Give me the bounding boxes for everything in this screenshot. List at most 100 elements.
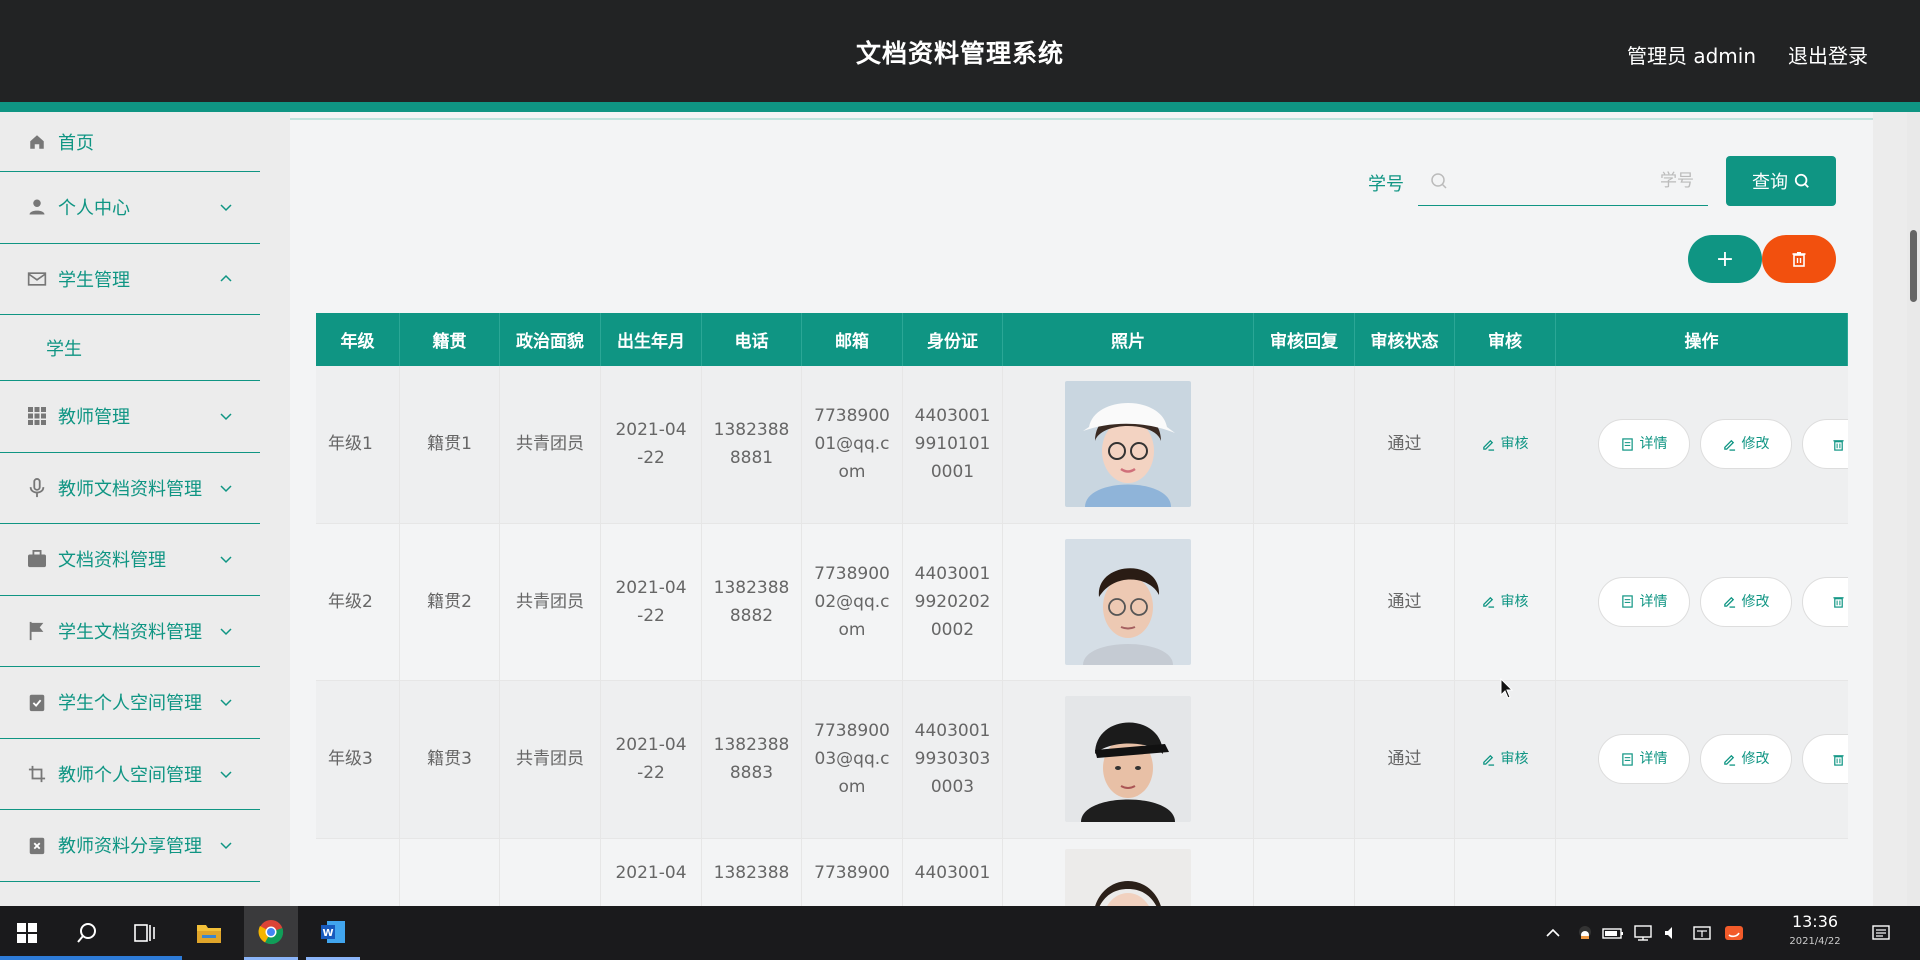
home-icon [26,131,48,153]
cell-photo [1003,523,1254,680]
cell-political: 共青团员 [500,681,601,838]
chevron-up-icon[interactable] [1544,924,1562,942]
page-scrollbar[interactable] [1907,112,1920,906]
column-header: 邮箱 [802,313,903,366]
column-header: 身份证 [903,313,1003,366]
windows-start-icon[interactable] [0,906,54,960]
edit-label: 修改 [1741,751,1770,768]
batch-delete-button[interactable] [1762,235,1836,283]
sidebar-item-teacher-management[interactable]: 教师管理 [0,381,260,453]
table-row: 年级1 籍贯1 共青团员 2021-04 -22 1382388 8881 7738900 01… [316,366,1848,524]
user-label: 管理员 admin [1626,44,1756,68]
sidebar-item-docs-management[interactable]: 文档资料管理 [0,524,260,596]
column-header: 审核状态 [1355,313,1455,366]
review-link[interactable]: 审核 [1482,588,1529,616]
delete-button[interactable]: 删 [1802,734,1848,785]
sidebar-item-label: 教师个人空间管理 [58,764,202,786]
review-label: 审核 [1500,436,1529,453]
detail-button[interactable]: 详情 [1598,734,1690,785]
sidebar-item-home[interactable]: 首页 [0,112,260,172]
word-icon[interactable]: W [306,906,360,960]
cell-review: 审核 [1455,523,1556,680]
detail-label: 详情 [1639,751,1668,768]
sidebar-item-teacher-share[interactable]: 教师资料分享管理 [0,810,260,882]
cell-political [500,838,601,906]
logout-button[interactable]: 退出登录 [1788,40,1868,69]
person-icon [26,196,48,218]
file-explorer-icon[interactable] [182,906,236,960]
edit-button[interactable]: 修改 [1700,576,1792,627]
column-header: 审核 [1455,313,1556,366]
column-header: 照片 [1003,313,1254,366]
cell-actions [1556,839,1848,907]
cell-political: 共青团员 [500,366,601,523]
cell-actions: 详情 修改 删 [1556,366,1848,523]
chevron-down-icon [220,556,232,564]
notification-icon[interactable] [1856,906,1906,960]
query-button-label: 查询 [1752,172,1788,193]
cell-photo [1003,838,1254,906]
taskbar-clock[interactable]: 13:36 2021/4/22 [1780,912,1850,952]
table-row: 年级3 籍贯3 共青团员 2021-04 -22 1382388 8883 7738900 03… [316,681,1848,839]
detail-button[interactable]: 详情 [1598,419,1690,470]
sidebar-item-personal-center[interactable]: 个人中心 [0,172,260,244]
student-photo [1065,848,1191,906]
add-button[interactable]: + [1688,235,1762,283]
edit-icon [1482,754,1494,766]
sidebar-item-label: 文档资料管理 [58,550,166,572]
cell-reply [1254,523,1355,680]
table-row: 年级2 籍贯2 共青团员 2021-04 -22 1382388 8882 7738900 02… [316,523,1848,681]
delete-button[interactable]: 删 [1802,576,1848,627]
qq-icon[interactable] [1576,924,1594,942]
cell-birth: 2021-04 -22 [601,366,702,523]
column-header: 电话 [702,313,802,366]
edit-button[interactable]: 修改 [1700,419,1792,470]
chrome-icon[interactable] [244,906,298,960]
detail-button[interactable]: 详情 [1598,576,1690,627]
search-icon[interactable] [60,906,114,960]
volume-icon[interactable] [1662,924,1680,942]
cell-grade: 年级2 [316,523,400,680]
student-table: 年级 籍贯 政治面貌 出生年月 电话 邮箱 身份证 照片 审核回复 审核状态 审… [316,313,1848,906]
delete-button[interactable]: 删 [1802,419,1848,470]
crop-icon [26,763,48,785]
cell-id-card: 4403001 9930303 0003 [903,681,1003,838]
document-icon [1621,438,1633,451]
cell-id-card: 4403001 [903,838,1003,906]
task-view-icon[interactable] [118,906,172,960]
sidebar-item-teacher-docs[interactable]: 教师文档资料管理 [0,453,260,524]
scrollbar-thumb[interactable] [1910,230,1917,302]
edit-icon [1482,597,1494,608]
microphone-icon [26,477,48,499]
edit-button[interactable]: 修改 [1700,734,1792,785]
sidebar-item-teacher-space[interactable]: 教师个人空间管理 [0,739,260,810]
chevron-down-icon [220,204,232,212]
column-header: 政治面貌 [500,313,601,366]
trash-icon [1832,754,1844,766]
cell-phone: 1382388 [702,838,802,906]
network-icon[interactable] [1632,924,1654,942]
sidebar-item-student-space[interactable]: 学生个人空间管理 [0,667,260,739]
review-label: 审核 [1500,751,1529,768]
sogou-icon[interactable] [1724,924,1744,942]
main-content: 学号 查询 + 年级 籍贯 政治面貌 出生年月 电话 邮箱 身份证 照片 审核回… [290,112,1873,906]
cell-political: 共青团员 [500,523,601,680]
input-method-icon[interactable] [1692,924,1712,942]
sidebar-item-student-management[interactable]: 学生管理 [0,244,260,315]
battery-icon[interactable] [1602,924,1624,942]
review-link[interactable]: 审核 [1482,430,1529,458]
windows-taskbar: W 13:36 2021/4/22 [0,906,1920,960]
cell-grade [316,838,400,906]
query-button[interactable]: 查询 [1726,156,1836,206]
sidebar-item-student-docs[interactable]: 学生文档资料管理 [0,596,260,667]
edit-label: 修改 [1741,436,1770,453]
column-header: 审核回复 [1254,313,1355,366]
sidebar-subitem-student[interactable]: 学生 [0,315,260,381]
top-header: 文档资料管理系统 管理员 admin 退出登录 [0,0,1920,102]
system-tray [1544,906,1744,960]
taskbar-progress [0,956,182,960]
review-link[interactable]: 审核 [1482,745,1529,773]
svg-text:W: W [322,928,333,939]
cell-photo [1003,681,1254,838]
student-id-input[interactable] [1448,170,1708,191]
